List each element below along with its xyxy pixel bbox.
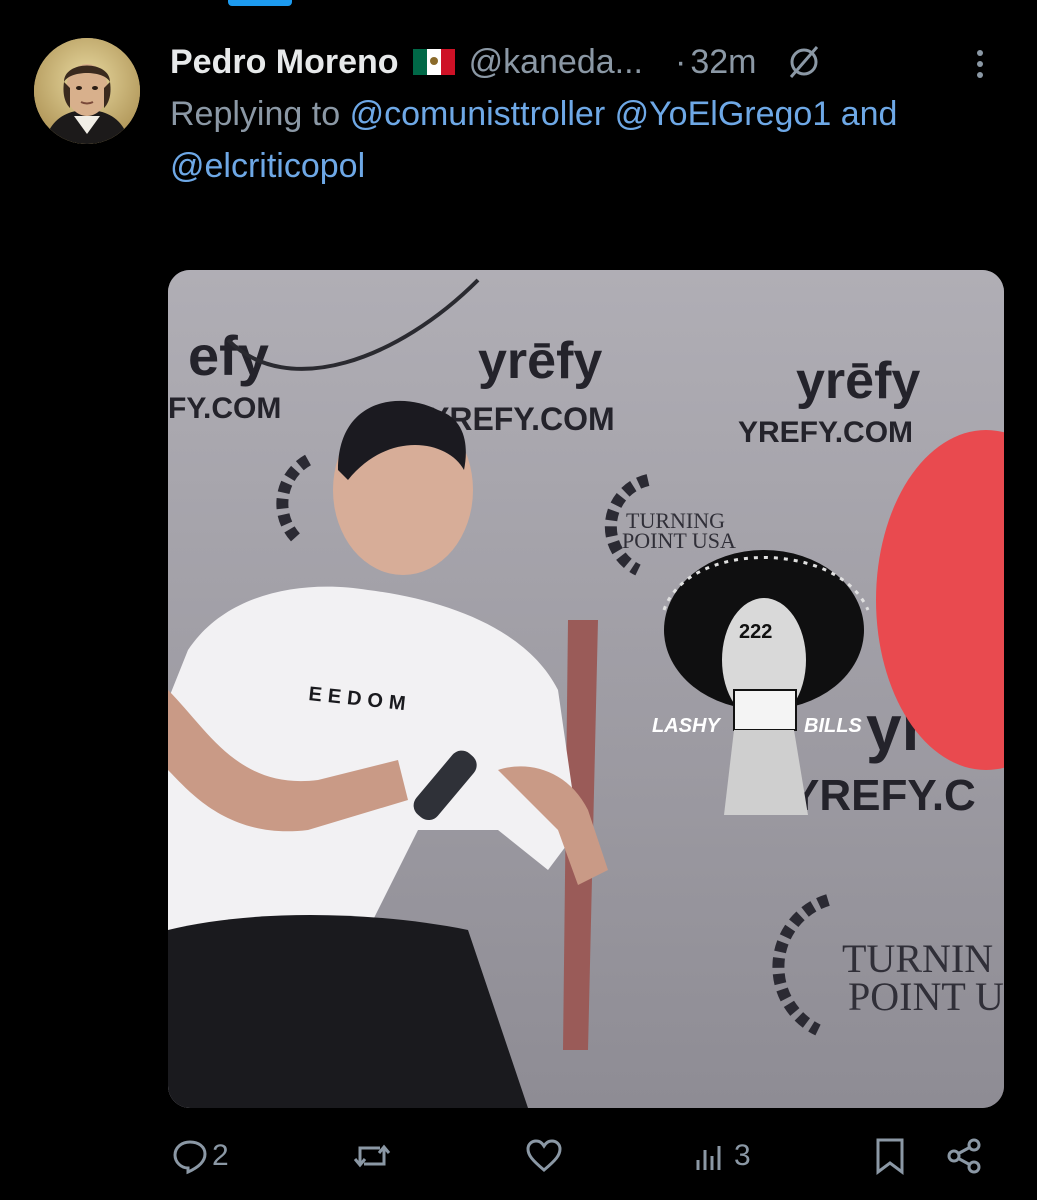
view-count: 3	[734, 1139, 751, 1172]
backdrop-brand: yrēfy	[796, 352, 920, 410]
like-button[interactable]	[524, 1136, 564, 1176]
sticker-number: 222	[739, 621, 772, 643]
grok-icon[interactable]	[786, 44, 822, 80]
backdrop-url: YREFY.COM	[738, 416, 913, 449]
views-icon	[696, 1146, 721, 1170]
tweet-actions: 2 3	[0, 1124, 1037, 1194]
bookmark-icon	[876, 1138, 904, 1175]
repost-icon	[353, 1144, 391, 1168]
timestamp[interactable]: 32m	[690, 43, 756, 82]
reply-and: and	[840, 95, 898, 133]
mention-link[interactable]: @YoElGrego1	[615, 95, 832, 133]
author-name[interactable]: Pedro Moreno	[170, 43, 399, 82]
backdrop-url: FY.COM	[168, 392, 281, 425]
avatar[interactable]	[34, 38, 140, 144]
mexico-flag-icon	[412, 49, 455, 75]
heart-icon	[526, 1139, 562, 1172]
sticker-label-right: BILLS	[804, 715, 862, 737]
views-button[interactable]: 3	[692, 1136, 751, 1176]
top-scroll-indicator	[228, 0, 292, 6]
share-button[interactable]	[944, 1136, 984, 1176]
author-row: Pedro Moreno @kaneda... · 32m	[170, 36, 1010, 88]
tweet-media[interactable]: efy FY.COM yrēfy YREFY.COM yrēfy YREFY.C…	[168, 270, 1004, 1108]
repost-button[interactable]	[352, 1136, 392, 1176]
more-options-icon[interactable]	[962, 46, 998, 82]
reply-button[interactable]: 2	[170, 1136, 229, 1176]
media-image: efy FY.COM yrēfy YREFY.COM yrēfy YREFY.C…	[168, 270, 1004, 1108]
reply-prefix: Replying to	[170, 95, 341, 133]
backdrop-brand: efy	[188, 324, 269, 387]
mention-link[interactable]: @comunisttroller	[350, 95, 606, 133]
tpusa-text: POINT U	[848, 974, 1004, 1019]
backdrop-brand: yrēfy	[478, 332, 602, 390]
replying-to: Replying to @comunisttroller @YoElGrego1…	[170, 88, 990, 192]
share-icon	[947, 1138, 981, 1174]
tweet-header: Pedro Moreno @kaneda... · 32m Replying t…	[170, 36, 1010, 192]
bookmark-button[interactable]	[870, 1136, 910, 1176]
separator: ·	[674, 42, 687, 81]
reply-count: 2	[212, 1139, 229, 1172]
mention-link[interactable]: @elcriticopol	[170, 147, 365, 185]
backdrop-url: YREFY.C	[790, 771, 976, 820]
avatar-portrait	[34, 38, 140, 144]
reply-icon	[173, 1140, 207, 1175]
tpusa-text: POINT USA	[622, 528, 736, 553]
sticker-label-left: LASHY	[652, 715, 721, 737]
author-handle[interactable]: @kaneda...	[469, 43, 643, 82]
